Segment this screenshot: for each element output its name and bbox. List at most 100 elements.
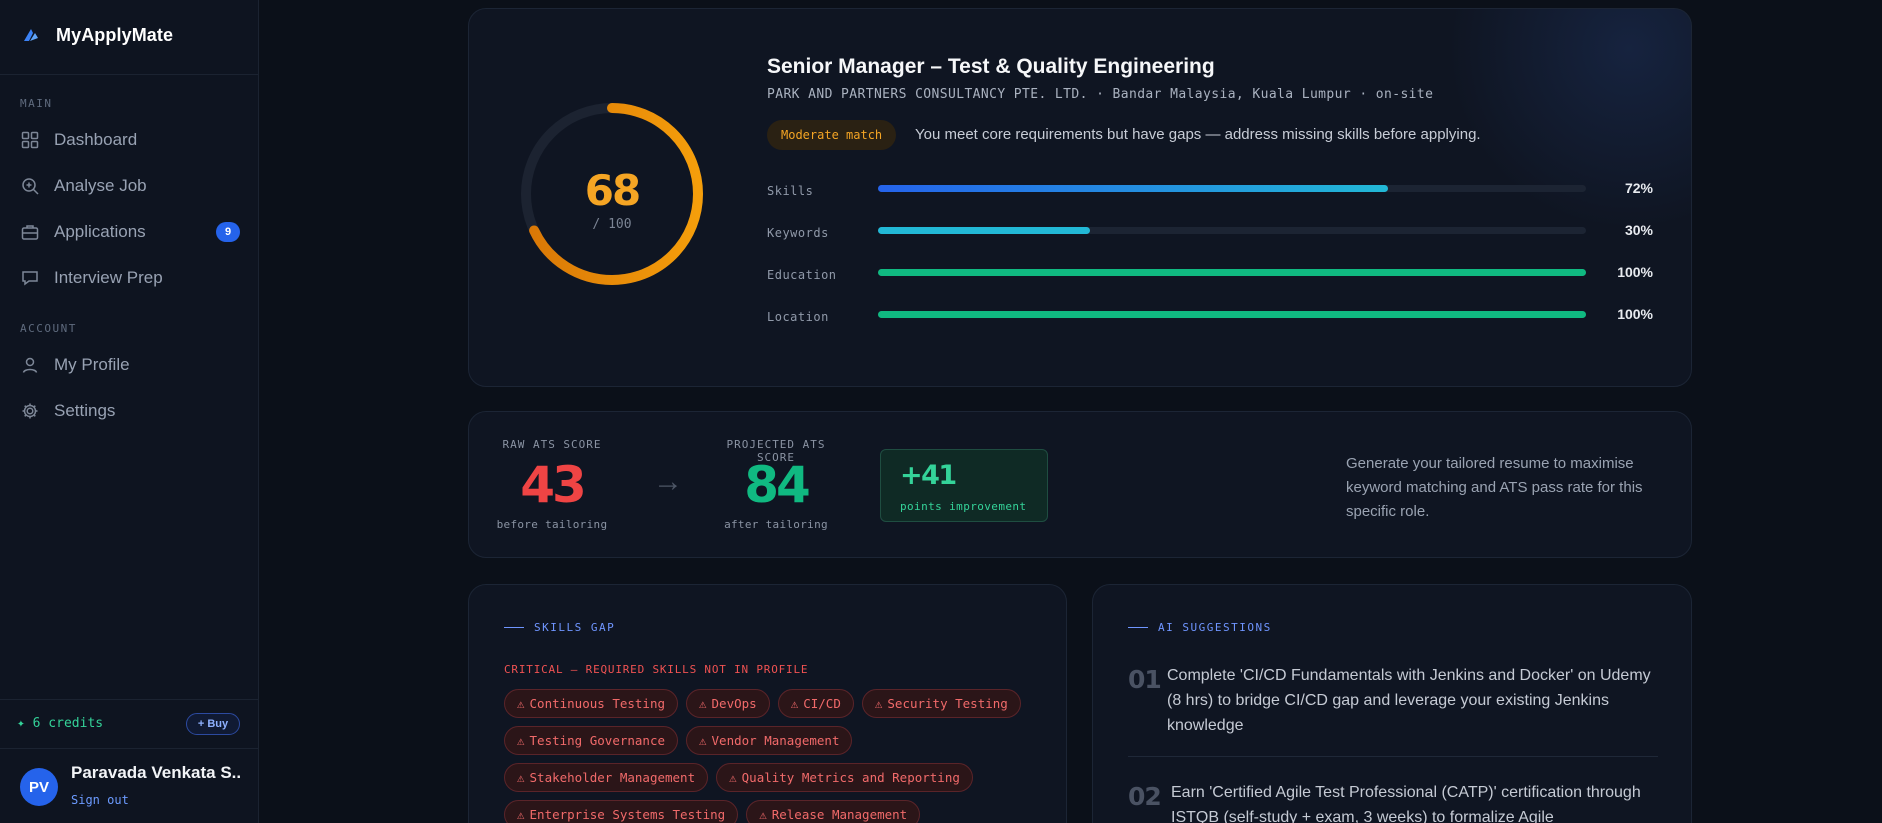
- ats-score-card: RAW ATS SCORE 43 before tailoring → PROJ…: [468, 411, 1692, 558]
- briefcase-icon: [21, 225, 39, 240]
- bar-fill-skills: [878, 185, 1388, 192]
- skill-chip-label: Continuous Testing: [529, 696, 665, 711]
- warning-icon: ⚠: [759, 807, 767, 822]
- bar-track-keywords: [878, 227, 1586, 234]
- improvement-value: +41: [900, 460, 957, 491]
- skill-chip: ⚠ Release Management: [746, 800, 921, 823]
- bar-label-keywords: Keywords: [767, 226, 829, 240]
- sign-out-link[interactable]: Sign out: [71, 793, 129, 807]
- section-label-account: ACCOUNT: [20, 322, 77, 335]
- sidebar-item-settings[interactable]: Settings: [20, 394, 240, 428]
- section-label-main: MAIN: [20, 97, 53, 110]
- ats-description: Generate your tailored resume to maximis…: [1346, 455, 1643, 520]
- suggestion-divider: [1128, 756, 1658, 757]
- arrow-right-icon: →: [653, 465, 683, 498]
- match-score-max: / 100: [592, 217, 632, 232]
- skill-chip-label: DevOps: [711, 696, 757, 711]
- brand[interactable]: MyApplyMate: [20, 24, 173, 46]
- job-match-card: 68 / 100 Senior Manager – Test & Quality…: [468, 8, 1692, 387]
- missing-skills-list: ⚠ Continuous Testing ⚠ DevOps ⚠ CI/CD ⚠ Securit…: [504, 689, 1044, 823]
- skill-chip: ⚠ DevOps: [686, 689, 770, 718]
- raw-ats-sub: before tailoring: [496, 518, 608, 531]
- improvement-label: points improvement: [900, 500, 1027, 513]
- sidebar: MyApplyMate MAIN Dashboard Analyse Job A…: [0, 0, 259, 823]
- sidebar-item-label: My Profile: [54, 355, 130, 374]
- sidebar-item-analyse-job[interactable]: Analyse Job: [20, 169, 240, 203]
- skills-gap-card: SKILLS GAP CRITICAL — REQUIRED SKILLS NO…: [468, 584, 1067, 823]
- skill-chip: ⚠ CI/CD: [777, 689, 854, 718]
- suggestion-number: 02: [1128, 782, 1162, 811]
- credits-row: ✦ 6 credits + Buy: [0, 699, 259, 749]
- skill-chip-label: Release Management: [771, 807, 908, 822]
- sidebar-item-applications[interactable]: Applications 9: [20, 215, 240, 249]
- bar-fill-keywords: [878, 227, 1091, 234]
- gear-icon: [22, 403, 38, 419]
- credits-count: ✦ 6 credits: [17, 716, 104, 731]
- skills-gap-title: SKILLS GAP: [534, 621, 616, 634]
- bar-label-skills: Skills: [767, 184, 814, 198]
- logo-icon: [20, 24, 42, 46]
- skill-chip: ⚠ Quality Metrics and Reporting: [716, 763, 973, 792]
- suggestion-text: Complete 'CI/CD Fundamentals with Jenkin…: [1167, 667, 1651, 734]
- sidebar-item-label: Settings: [54, 401, 116, 420]
- warning-icon: ⚠: [874, 696, 883, 711]
- bar-pct-location: 100%: [1617, 306, 1653, 322]
- bar-pct-skills: 72%: [1624, 180, 1653, 196]
- company-location: PARK AND PARTNERS CONSULTANCY PTE. LTD. …: [767, 87, 1434, 102]
- ai-suggestions-title: AI SUGGESTIONS: [1158, 621, 1272, 634]
- match-score-value: 68: [584, 166, 641, 215]
- sidebar-divider: [0, 74, 259, 75]
- warning-icon: ⚠: [517, 770, 525, 785]
- skill-chip: ⚠ Stakeholder Management: [504, 763, 709, 792]
- warning-icon: ⚠: [790, 696, 799, 711]
- skill-chip-label: CI/CD: [803, 696, 841, 711]
- ai-suggestions-heading: AI SUGGESTIONS: [1128, 621, 1272, 634]
- warning-icon: ⚠: [729, 770, 737, 785]
- raw-ats-label: RAW ATS SCORE: [502, 438, 602, 451]
- raw-ats-score: 43: [520, 456, 587, 514]
- skill-chip-label: Security Testing: [887, 696, 1008, 711]
- skill-chip: ⚠ Vendor Management: [686, 726, 853, 755]
- suggestion-text: Earn 'Certified Agile Test Professional …: [1171, 784, 1641, 823]
- buy-credits-button[interactable]: + Buy: [186, 713, 240, 735]
- job-title: Senior Manager – Test & Quality Engineer…: [767, 55, 1215, 78]
- user-name: Paravada Venkata S...: [71, 763, 241, 782]
- sidebar-item-dashboard[interactable]: Dashboard: [20, 123, 240, 157]
- applications-count-badge: 9: [216, 222, 240, 242]
- bar-pct-keywords: 30%: [1624, 222, 1653, 238]
- skill-chip-label: Vendor Management: [711, 733, 840, 748]
- critical-skills-label: CRITICAL — REQUIRED SKILLS NOT IN PROFIL…: [504, 663, 809, 676]
- warning-icon: ⚠: [517, 696, 525, 711]
- skill-chip: ⚠ Security Testing: [861, 689, 1021, 718]
- avatar[interactable]: PV: [20, 768, 58, 806]
- skill-chip: ⚠ Continuous Testing: [504, 689, 678, 718]
- bar-label-education: Education: [767, 268, 837, 282]
- sidebar-item-interview-prep[interactable]: Interview Prep: [20, 261, 240, 295]
- projected-ats-sub: after tailoring: [724, 518, 828, 531]
- warning-icon: ⚠: [517, 733, 525, 748]
- bar-fill-location: [878, 311, 1586, 318]
- improvement-box: +41 points improvement: [880, 449, 1048, 522]
- heading-rule: [504, 627, 524, 628]
- grid-icon: [21, 131, 39, 149]
- skill-chip-label: Stakeholder Management: [529, 770, 696, 785]
- skill-chip: ⚠ Testing Governance: [504, 726, 678, 755]
- app-name: MyApplyMate: [56, 24, 174, 45]
- sidebar-item-label: Dashboard: [54, 130, 138, 149]
- skills-gap-heading: SKILLS GAP: [504, 621, 615, 634]
- warning-icon: ⚠: [699, 733, 707, 748]
- skill-chip-label: Quality Metrics and Reporting: [741, 770, 960, 785]
- sidebar-item-my-profile[interactable]: My Profile: [20, 348, 240, 382]
- heading-rule: [1128, 627, 1148, 628]
- chat-icon: [22, 271, 38, 286]
- suggestion-number: 01: [1128, 665, 1162, 694]
- skill-chip-label: Testing Governance: [529, 733, 665, 748]
- skill-chip-label: Enterprise Systems Testing: [529, 807, 726, 822]
- projected-ats-score: 84: [744, 456, 811, 514]
- bar-track-location: [878, 311, 1586, 318]
- warning-icon: ⚠: [517, 807, 525, 822]
- ai-suggestions-card: AI SUGGESTIONS 01 Complete 'CI/CD Fundam…: [1092, 584, 1692, 823]
- skill-chip: ⚠ Enterprise Systems Testing: [504, 800, 739, 823]
- user-icon: [22, 357, 38, 373]
- match-level-badge: Moderate match: [767, 120, 897, 150]
